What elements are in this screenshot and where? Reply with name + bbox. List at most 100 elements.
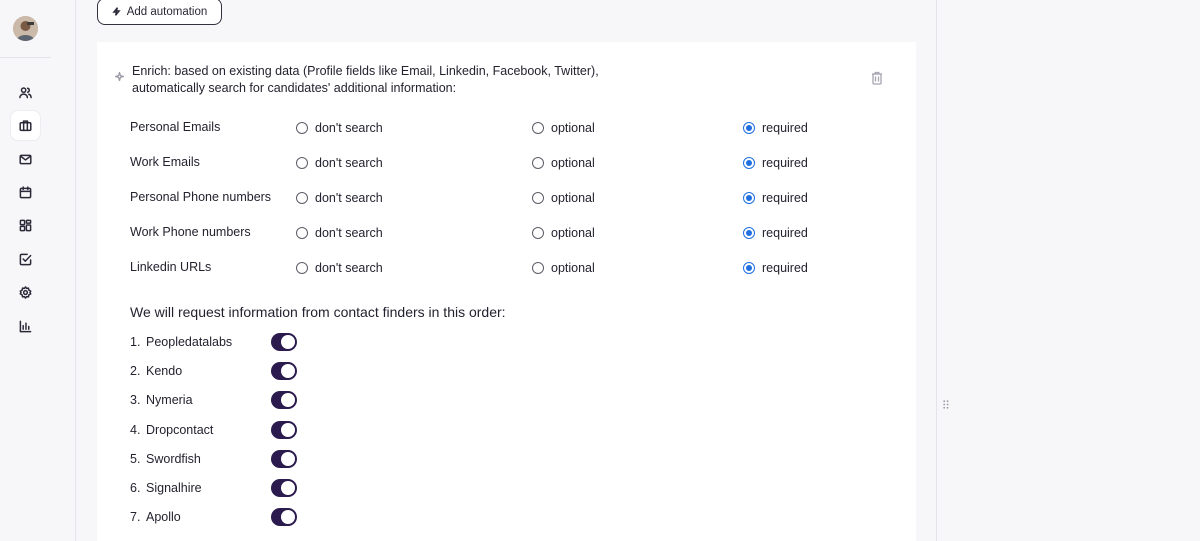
- field-label: Linkedin URLs: [130, 260, 212, 274]
- avatar[interactable]: [13, 16, 38, 41]
- field-row: Linkedin URLs don't search optional require…: [130, 259, 890, 279]
- radio-option[interactable]: optional: [532, 261, 595, 275]
- radio-option[interactable]: required: [743, 121, 808, 135]
- radio-option[interactable]: required: [743, 226, 808, 240]
- radio-label: required: [762, 226, 808, 240]
- radio-label: required: [762, 156, 808, 170]
- radio-label: don't search: [315, 226, 383, 240]
- finder-label: 3. Nymeria: [130, 393, 193, 407]
- field-label: Work Phone numbers: [130, 225, 251, 239]
- finder-row: 6. Signalhire: [130, 479, 330, 499]
- radio-button[interactable]: [532, 227, 544, 239]
- radio-button[interactable]: [743, 262, 755, 274]
- radio-button[interactable]: [296, 262, 308, 274]
- delete-automation-button[interactable]: [871, 71, 885, 86]
- radio-button[interactable]: [743, 122, 755, 134]
- radio-button[interactable]: [532, 157, 544, 169]
- sidebar-item-jobs[interactable]: [11, 111, 40, 140]
- toggle-knob: [281, 451, 295, 466]
- dashboard-icon: [19, 219, 32, 232]
- radio-label: required: [762, 261, 808, 275]
- sidebar-item-inbox[interactable]: [11, 145, 40, 174]
- finder-number: 5.: [130, 451, 141, 466]
- automation-description: Enrich: based on existing data (Profile …: [132, 63, 652, 97]
- finder-row: 3. Nymeria: [130, 391, 330, 411]
- finder-row: 2. Kendo: [130, 362, 330, 382]
- bar-chart-icon: [19, 320, 32, 333]
- radio-button[interactable]: [296, 122, 308, 134]
- radio-option[interactable]: don't search: [296, 121, 383, 135]
- radio-option[interactable]: required: [743, 261, 808, 275]
- radio-button[interactable]: [296, 227, 308, 239]
- sidebar-item-tasks[interactable]: [11, 245, 40, 274]
- radio-button[interactable]: [296, 192, 308, 204]
- radio-label: required: [762, 121, 808, 135]
- sidebar-item-calendar[interactable]: [11, 178, 40, 207]
- sidebar-separator: [0, 57, 51, 58]
- radio-label: don't search: [315, 191, 383, 205]
- radio-button[interactable]: [743, 157, 755, 169]
- mail-icon: [19, 154, 32, 165]
- finder-number: 7.: [130, 510, 141, 525]
- radio-button[interactable]: [296, 157, 308, 169]
- automation-card: Enrich: based on existing data (Profile …: [97, 42, 916, 541]
- radio-button[interactable]: [743, 227, 755, 239]
- finder-name: Nymeria: [146, 393, 193, 408]
- finder-toggle[interactable]: [271, 508, 297, 527]
- finder-toggle[interactable]: [271, 479, 297, 497]
- toggle-knob: [281, 481, 295, 495]
- field-label: Work Emails: [130, 155, 200, 169]
- radio-option[interactable]: don't search: [296, 261, 383, 275]
- radio-label: don't search: [315, 121, 383, 135]
- finder-toggle[interactable]: [271, 449, 297, 468]
- finder-toggle[interactable]: [271, 420, 297, 439]
- radio-option[interactable]: optional: [532, 191, 595, 205]
- finder-toggle[interactable]: [271, 391, 297, 410]
- radio-option[interactable]: required: [743, 156, 808, 170]
- radio-option[interactable]: optional: [532, 156, 595, 170]
- drag-handle-icon[interactable]: [943, 396, 949, 409]
- field-row: Work Emails don't search optional required: [130, 154, 890, 174]
- radio-option[interactable]: don't search: [296, 156, 383, 170]
- radio-button[interactable]: [532, 262, 544, 274]
- radio-label: optional: [551, 156, 595, 170]
- add-automation-button[interactable]: Add automation: [97, 0, 222, 25]
- field-label: Personal Phone numbers: [130, 190, 272, 204]
- radio-option[interactable]: don't search: [296, 191, 383, 205]
- radio-label: optional: [551, 261, 595, 275]
- radio-label: optional: [551, 191, 595, 205]
- finder-number: 1.: [130, 335, 141, 349]
- sidebar-item-candidates[interactable]: [11, 78, 40, 107]
- radio-option[interactable]: optional: [532, 226, 595, 240]
- radio-button[interactable]: [532, 192, 544, 204]
- finder-label: 5. Swordfish: [130, 452, 201, 466]
- toggle-knob: [281, 510, 295, 525]
- toggle-knob: [281, 393, 295, 408]
- radio-label: required: [762, 191, 808, 205]
- radio-button[interactable]: [532, 122, 544, 134]
- sidebar-item-dashboard[interactable]: [11, 211, 40, 240]
- briefcase-icon: [19, 120, 32, 132]
- finder-name: Signalhire: [146, 481, 202, 495]
- finder-number: 6.: [130, 481, 141, 495]
- finder-toggle[interactable]: [271, 362, 297, 381]
- field-label: Personal Emails: [130, 120, 221, 134]
- radio-option[interactable]: don't search: [296, 226, 383, 240]
- finder-name: Peopledatalabs: [146, 335, 233, 349]
- finder-number: 3.: [130, 393, 141, 408]
- sidebar-item-settings[interactable]: [11, 278, 40, 307]
- radio-label: optional: [551, 121, 595, 135]
- radio-button[interactable]: [743, 192, 755, 204]
- sidebar-item-reports[interactable]: [11, 312, 40, 341]
- lightning-icon: [112, 7, 121, 16]
- toggle-knob: [281, 364, 295, 379]
- right-panel: [936, 0, 1200, 541]
- finder-toggle[interactable]: [271, 333, 297, 351]
- finder-label: 7. Apollo: [130, 510, 181, 524]
- add-automation-label: Add automation: [126, 5, 208, 18]
- calendar-icon: [19, 186, 32, 199]
- toggle-knob: [281, 422, 295, 437]
- radio-option[interactable]: optional: [532, 121, 595, 135]
- radio-option[interactable]: required: [743, 191, 808, 205]
- finder-label: 2. Kendo: [130, 364, 182, 378]
